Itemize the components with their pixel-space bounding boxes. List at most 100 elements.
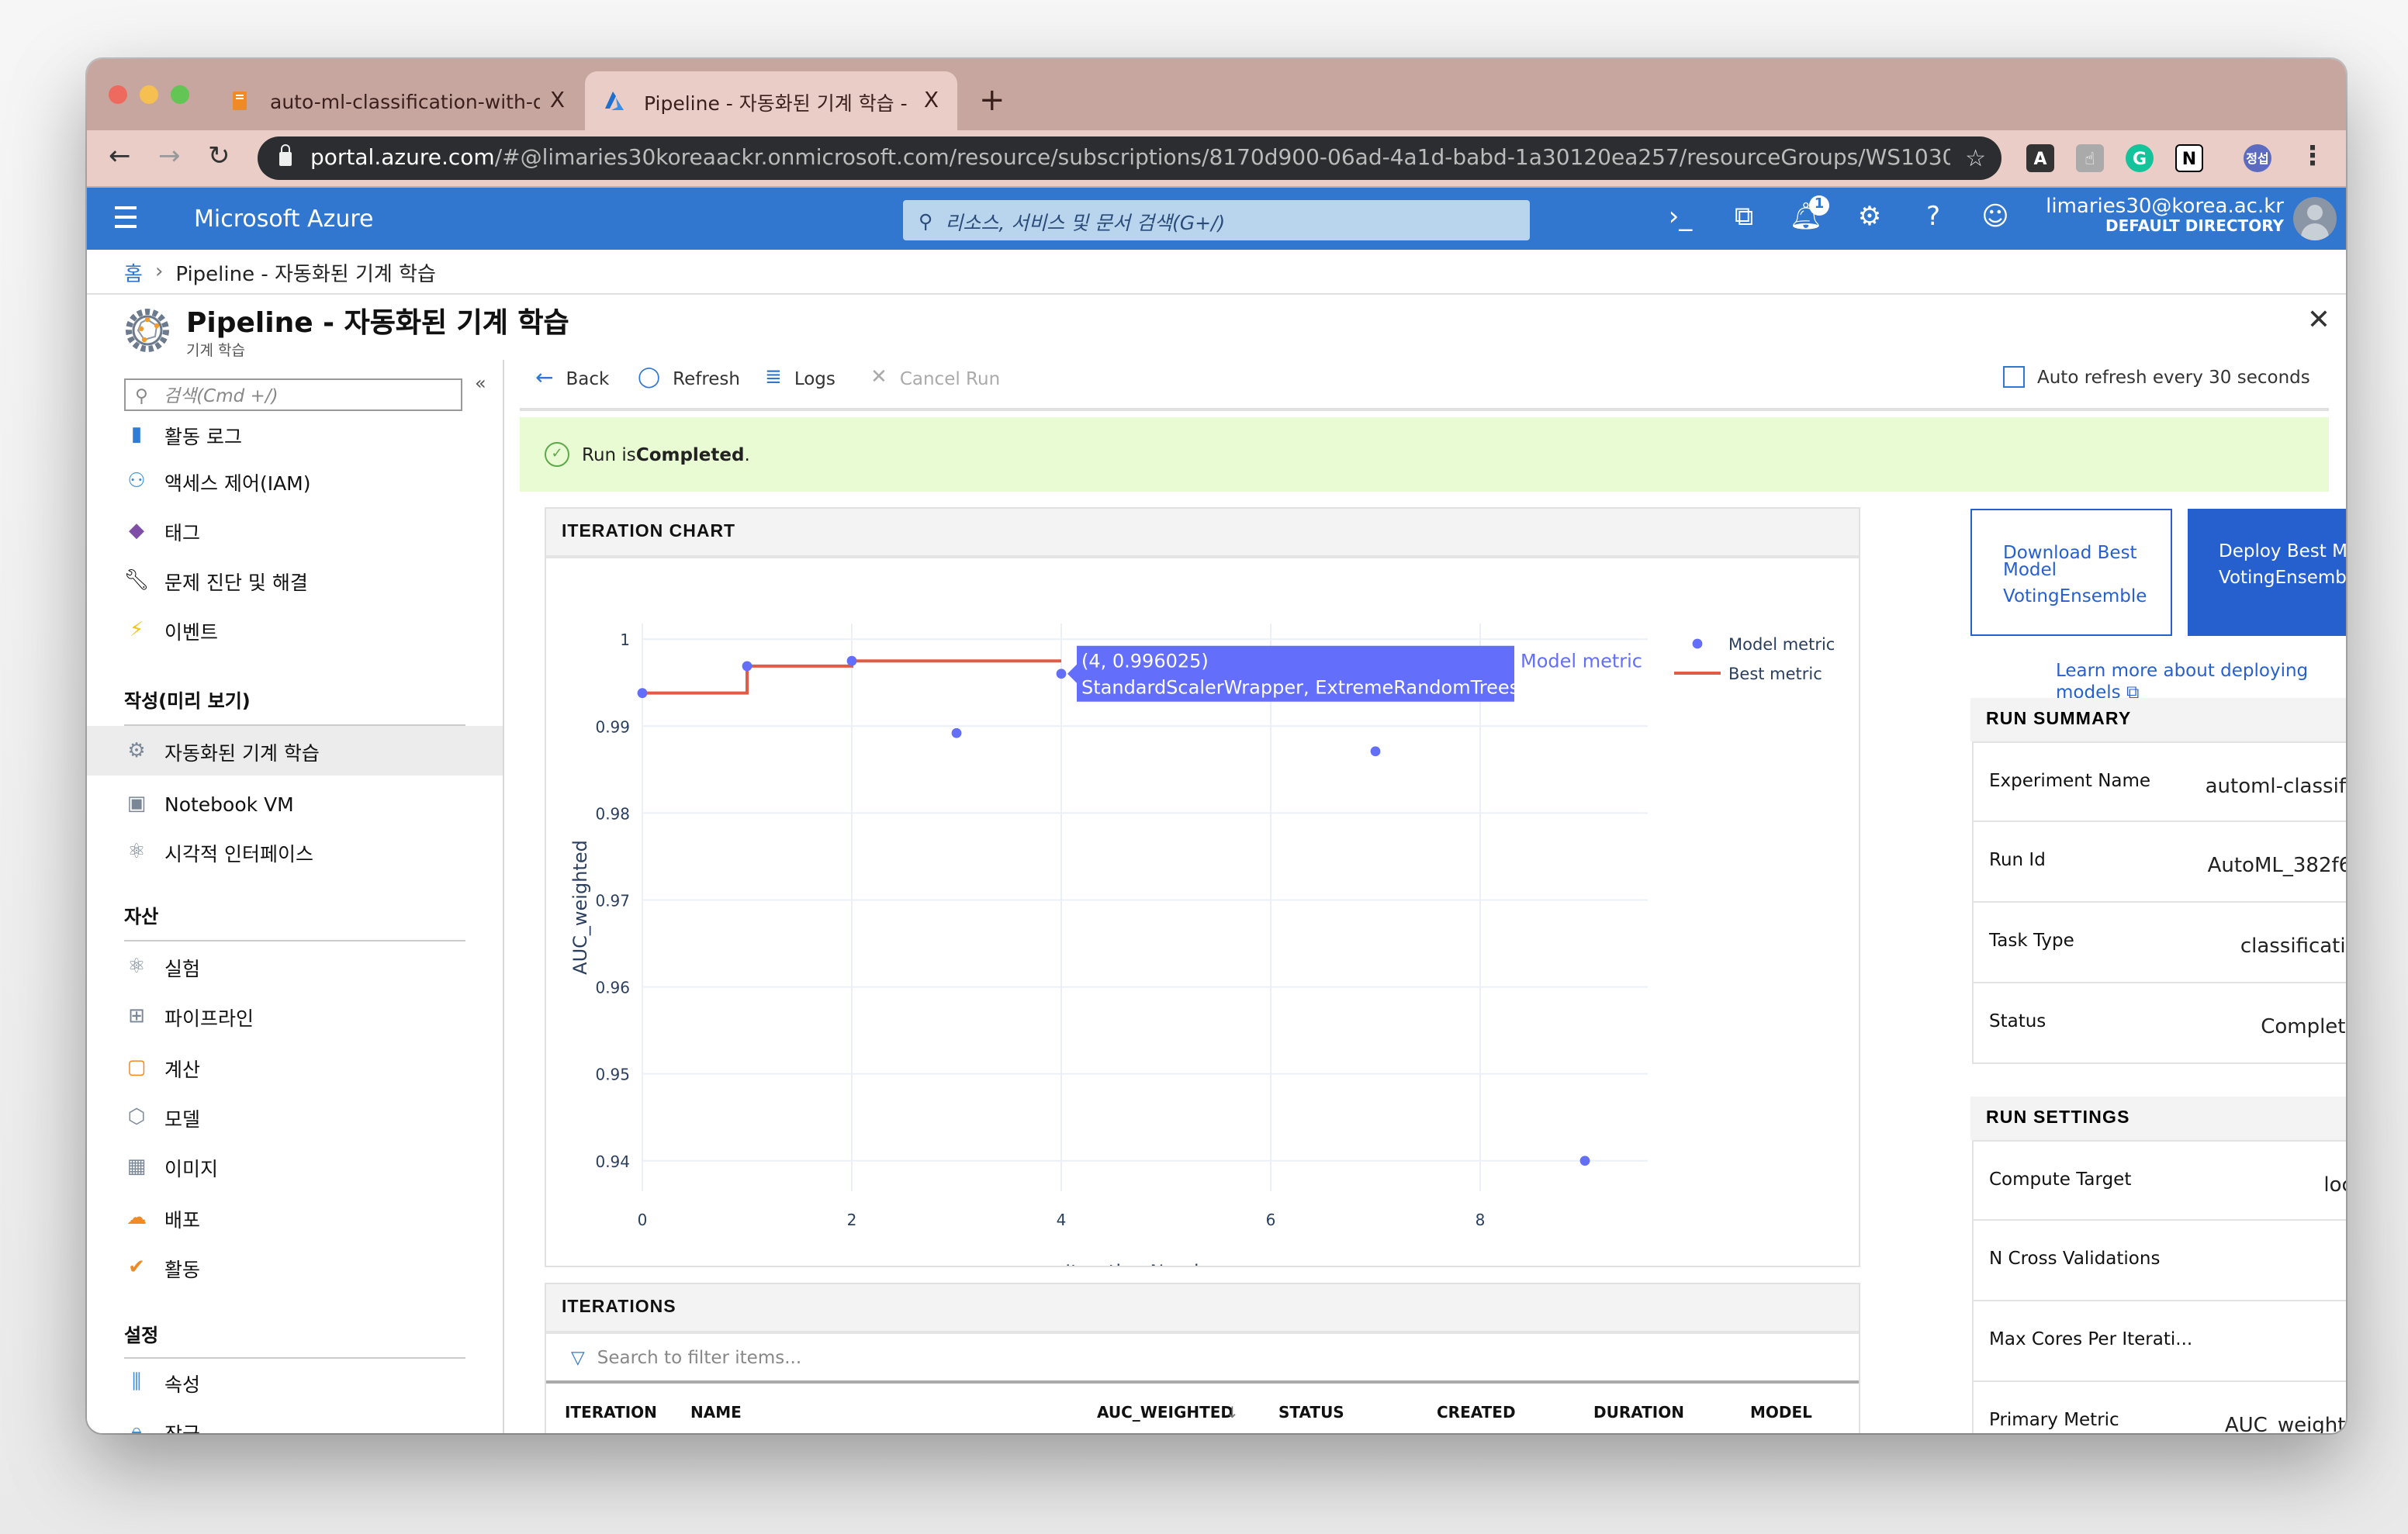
sort-descending-icon[interactable]: ↓ (1226, 1405, 1239, 1422)
sidebar-item-label: 활동 로그 (164, 424, 242, 447)
legend-model-metric-marker[interactable] (1692, 638, 1703, 649)
cancel-run-label: Cancel Run (899, 367, 1001, 389)
model-metric-point[interactable] (1579, 1156, 1590, 1166)
sidebar-item-compute[interactable]: ▢ 계산 (87, 1042, 503, 1092)
close-tab-icon[interactable]: X (924, 88, 939, 113)
column-header-status[interactable]: STATUS (1278, 1405, 1344, 1422)
collapse-sidebar-icon[interactable]: « (475, 372, 486, 394)
logs-button[interactable]: ≣ Logs (765, 366, 836, 389)
sidebar-search-input[interactable]: ⚲ 검색(Cmd +/) (124, 378, 462, 411)
iterations-filter-input[interactable]: ▽ Search to filter items... (546, 1334, 1859, 1384)
grammarly-extension-icon[interactable]: G (2126, 144, 2154, 172)
sidebar-item-label: 속성 (164, 1372, 201, 1395)
profile-avatar[interactable]: 정섭 (2244, 144, 2271, 172)
column-header-duration[interactable]: DURATION (1593, 1405, 1684, 1422)
sidebar-item-iam[interactable]: ⚇ 액세스 제어(IAM) (87, 456, 503, 506)
close-blade-icon[interactable]: ✕ (2307, 304, 2330, 337)
sidebar-item-tags[interactable]: ◆ 태그 (87, 506, 503, 555)
sidebar-item-activity-log[interactable]: ▮ 활동 로그 (87, 419, 503, 450)
minimize-window-button[interactable] (140, 85, 158, 104)
sidebar-item-activities[interactable]: ✔ 활동 (87, 1242, 503, 1292)
extension-icon-hand[interactable]: ☝ (2076, 144, 2104, 172)
close-tab-icon[interactable]: X (550, 88, 565, 113)
y-tick-label: 0.95 (595, 1066, 630, 1084)
sidebar-item-images[interactable]: ▦ 이미지 (87, 1142, 503, 1191)
search-icon: ⚲ (135, 384, 148, 406)
row-value: classification (2240, 935, 2346, 959)
new-tab-button[interactable]: + (979, 81, 1005, 118)
sidebar-item-locks[interactable]: 🔒︎ 잠금 (87, 1407, 503, 1433)
auto-refresh-toggle[interactable]: Auto refresh every 30 seconds (2003, 366, 2310, 388)
automl-gear-icon (126, 309, 169, 352)
extension-icon-a[interactable]: A (2026, 144, 2054, 172)
sidebar-item-label: 활동 (164, 1257, 201, 1280)
global-search-input[interactable]: ⚲ 리소스, 서비스 및 문서 검색(G+/) (903, 200, 1530, 240)
y-axis-title: AUC_weighted (569, 840, 591, 975)
legend-model-metric-label[interactable]: Model metric (1728, 635, 1835, 654)
column-header-model[interactable]: MODEL (1750, 1405, 1812, 1422)
browser-tab-pipeline[interactable]: Pipeline - 자동화된 기계 학습 - Mi X (585, 71, 957, 130)
hamburger-menu-icon[interactable] (115, 206, 137, 234)
refresh-button[interactable]: ◯ Refresh (638, 366, 740, 389)
sidebar-item-diagnose[interactable]: 🔧︎ 문제 진단 및 해결 (87, 555, 503, 605)
back-arrow-icon[interactable]: ← (109, 141, 131, 172)
sidebar-item-label: 배포 (164, 1208, 201, 1231)
user-avatar[interactable] (2293, 197, 2337, 240)
auto-refresh-checkbox[interactable] (2003, 366, 2025, 388)
url-field[interactable]: portal.azure.com /#@limaries30koreaackr.… (258, 136, 2001, 180)
user-account[interactable]: limaries30@korea.ac.kr DEFAULT DIRECTORY (2046, 195, 2284, 236)
model-metric-point[interactable] (951, 727, 962, 738)
model-metric-point[interactable] (1056, 669, 1067, 679)
cancel-run-button[interactable]: ✕ Cancel Run (870, 366, 1000, 389)
people-icon: ⚇ (127, 469, 146, 492)
sidebar-item-label: 액세스 제어(IAM) (164, 471, 311, 494)
browser-menu-icon[interactable]: ⋮ (2299, 141, 2326, 172)
cloud-shell-icon[interactable]: ›_ (1663, 202, 1697, 233)
sidebar-item-experiments[interactable]: ⚛ 실험 (87, 941, 503, 991)
deploy-best-model-button[interactable]: Deploy Best Model VotingEnsemble (2188, 509, 2346, 636)
sidebar-item-deployments[interactable]: ☁ 배포 (87, 1193, 503, 1242)
feedback-smiley-icon[interactable]: ☺ (1978, 202, 2012, 233)
page-title: Pipeline - 자동화된 기계 학습 (186, 307, 569, 340)
legend-best-metric-label[interactable]: Best metric (1728, 665, 1822, 683)
breadcrumb-home[interactable]: 홈 (124, 257, 143, 286)
sidebar-item-properties[interactable]: ⫼ 속성 (87, 1357, 503, 1407)
settings-gear-icon[interactable]: ⚙ (1853, 202, 1887, 233)
sidebar-item-events[interactable]: ⚡︎ 이벤트 (87, 605, 503, 655)
deploy-title: Deploy Best Model (2219, 540, 2346, 561)
maximize-window-button[interactable] (171, 85, 189, 104)
model-metric-point[interactable] (1370, 746, 1381, 757)
deploy-model-name: VotingEnsemble (2219, 566, 2346, 588)
sidebar-item-visual-interface[interactable]: ⚛ 시각적 인터페이스 (87, 827, 503, 876)
column-header-auc-weighted[interactable]: AUC_WEIGHTED (1097, 1405, 1233, 1422)
iteration-chart[interactable]: 0.94 0.95 0.96 0.97 0.98 0.99 1 0 2 4 6 8 Iteration … (546, 558, 1859, 1283)
sidebar-item-models[interactable]: ⬡ 모델 (87, 1092, 503, 1142)
column-header-name[interactable]: NAME (690, 1405, 742, 1422)
breadcrumb-current[interactable]: Pipeline - 자동화된 기계 학습 (175, 257, 436, 286)
image-icon: ▦ (126, 1155, 147, 1178)
directory-filter-icon[interactable]: ⧉ (1727, 202, 1761, 233)
bookmark-star-icon[interactable]: ☆ (1965, 144, 1986, 172)
model-metric-point[interactable] (637, 688, 648, 699)
close-window-button[interactable] (109, 85, 127, 104)
download-best-model-button[interactable]: Download Best Model VotingEnsemble (1970, 509, 2172, 636)
sidebar-item-notebook-vm[interactable]: ▣ Notebook VM (87, 779, 503, 828)
column-header-iteration[interactable]: ITERATION (565, 1405, 657, 1422)
sidebar-item-label: Notebook VM (164, 792, 294, 815)
azure-brand[interactable]: Microsoft Azure (194, 205, 374, 233)
back-button[interactable]: ← Back (535, 366, 609, 391)
model-metric-point[interactable] (742, 661, 752, 672)
model-metric-point[interactable] (846, 655, 857, 666)
url-path: /#@limaries30koreaackr.onmicrosoft.com/r… (494, 146, 1950, 171)
forward-arrow-icon[interactable]: → (158, 141, 181, 172)
run-detail-main: ← Back ◯ Refresh ≣ Logs ✕ Cancel Run Aut… (504, 360, 2346, 1433)
help-icon[interactable]: ? (1916, 202, 1950, 233)
reload-icon[interactable]: ↻ (208, 141, 230, 172)
column-header-created[interactable]: CREATED (1437, 1405, 1516, 1422)
notion-extension-icon[interactable]: N (2175, 144, 2203, 172)
tag-icon: ◆ (129, 519, 144, 542)
browser-tab-notebook[interactable]: auto-ml-classification-with-de X (211, 71, 583, 130)
sidebar-item-pipelines[interactable]: ⊞ 파이프라인 (87, 991, 503, 1041)
sidebar-item-automl[interactable]: ⚙ 자동화된 기계 학습 (87, 726, 503, 776)
tab-label: Pipeline - 자동화된 기계 학습 - Mi (644, 91, 915, 114)
